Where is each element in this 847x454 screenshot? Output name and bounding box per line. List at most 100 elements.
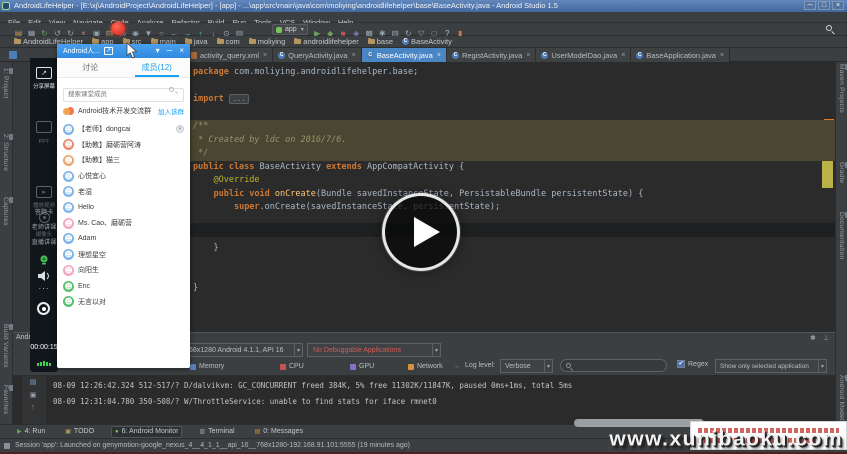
teacher-class-button[interactable]: 老师讲课 — [31, 221, 58, 231]
share-screen-button[interactable]: ↗分享屏幕 — [30, 62, 58, 90]
tab-activity-query-xml[interactable]: activity_query.xml× — [186, 48, 273, 62]
pin-icon[interactable]: ⊥ — [823, 334, 829, 342]
video-play-button[interactable] — [382, 193, 460, 271]
print-icon[interactable]: ▤ — [28, 378, 38, 386]
chat-window: Android人... ↗ ▾ ─ × 讨论成员(12) Android技术开发… — [57, 44, 190, 368]
minimize-button[interactable]: ─ — [804, 1, 816, 10]
code-editor[interactable]: package com.moliying.androidlifehelper.b… — [186, 62, 835, 332]
log-level-selector[interactable]: Verbose ▾ — [500, 359, 553, 373]
member-row[interactable]: ☻心悦宜心 — [57, 168, 190, 184]
button-label: 4: Run — [25, 428, 46, 435]
tab-label: BaseApplication.java — [646, 51, 716, 60]
monitor-tab-cpu[interactable]: CPU — [280, 359, 304, 374]
folder-icon — [294, 39, 301, 44]
tab-queryactivity-java[interactable]: CQueryActivity.java× — [273, 48, 362, 62]
group-row[interactable]: Android技术开发交流群加入该群 — [57, 103, 190, 119]
ppt-button[interactable]: PPT — [30, 120, 58, 145]
tool-window-button-todo[interactable]: ▣TODO — [62, 426, 97, 438]
member-row[interactable]: ☻ 【助教】磨砺营阿涛 — [57, 137, 190, 153]
breadcrumb-item-base[interactable]: base — [368, 37, 393, 46]
logcat-search-input[interactable] — [560, 359, 667, 372]
monitor-tab-memory[interactable]: Memory — [190, 359, 224, 374]
regex-checkbox[interactable]: ✔ Regex — [677, 360, 708, 368]
answer-card-button[interactable]: 答题卡 — [31, 206, 58, 216]
chat-tab-item[interactable]: 讨论 — [57, 58, 124, 77]
code-line: } — [186, 282, 835, 296]
chat-menu-caret-icon[interactable]: ▾ — [156, 44, 160, 58]
live-class-button[interactable]: 直播讲课 — [31, 236, 58, 246]
member-search[interactable] — [63, 83, 184, 97]
tab-usermodeldao-java[interactable]: CUserModelDao.java× — [536, 48, 631, 62]
member-row[interactable]: ☻Hello — [57, 200, 190, 216]
pop-out-icon[interactable]: ↗ — [104, 47, 113, 55]
tool-window-button-6-android-monitor[interactable]: ●6: Android Monitor — [111, 426, 182, 438]
breadcrumb-item-androidlifehelper[interactable]: androidlifehelper — [294, 37, 358, 46]
member-row[interactable]: ☻Eric — [57, 278, 190, 294]
breadcrumb-item-com[interactable]: com — [217, 37, 240, 46]
chat-minimize-button[interactable]: ─ — [167, 44, 173, 58]
member-row[interactable]: ☻【助教】猫三 — [57, 152, 190, 168]
breadcrumb-item-moliying[interactable]: moliying — [249, 37, 286, 46]
chat-close-button[interactable]: × — [179, 44, 184, 58]
tool-button-gradle[interactable]: Gradle — [838, 162, 847, 183]
run-configuration-selector[interactable]: app▾ — [272, 24, 308, 35]
tab-registactivity-java[interactable]: CRegistActivity.java× — [447, 48, 536, 62]
tab-label: QueryActivity.java — [288, 51, 347, 60]
close-icon[interactable]: × — [263, 52, 267, 59]
close-icon[interactable]: × — [352, 52, 356, 59]
member-name: 【助教】磨砺营阿涛 — [78, 140, 141, 150]
tool-window-button-4-run[interactable]: ▶4: Run — [14, 426, 48, 438]
tool-button-maven-projects[interactable]: Maven Projects — [838, 64, 847, 113]
tool-button-android-model[interactable]: Android Model — [838, 375, 847, 421]
logcat-filter-selector[interactable]: Show only selected application ▾ — [715, 359, 827, 373]
close-button[interactable]: × — [832, 1, 844, 10]
tool-button-documentation[interactable]: Documentation — [838, 212, 847, 260]
gear-icon[interactable]: ✱ — [810, 334, 816, 342]
join-group-link[interactable]: 加入该群 — [158, 106, 184, 116]
close-icon[interactable]: × — [720, 52, 724, 59]
monitor-tab-network[interactable]: Network — [408, 359, 443, 374]
tab-scroll-arrow-icon[interactable]: → — [453, 359, 460, 374]
more-options-button[interactable]: ··· — [30, 284, 58, 293]
close-icon[interactable]: × — [437, 52, 441, 59]
member-search-input[interactable] — [63, 88, 184, 102]
member-row[interactable]: ☻老湿 — [57, 184, 190, 200]
record-button[interactable] — [37, 302, 50, 315]
code-segment: */ — [193, 148, 208, 158]
member-row[interactable]: ☻无言以对 — [57, 294, 190, 310]
tool-window-button-0-messages[interactable]: ▤0: Messages — [252, 426, 306, 438]
code-line — [186, 269, 835, 283]
play-video-button[interactable]: ▸播放视频 — [30, 181, 58, 209]
tool-window-button-terminal[interactable]: ▥Terminal — [196, 426, 237, 438]
tab-baseapplication-java[interactable]: CBaseApplication.java× — [631, 48, 730, 62]
tab-baseactivity-java[interactable]: CBaseActivity.java× — [362, 48, 447, 62]
member-row[interactable]: ☻向阳生 — [57, 262, 190, 278]
avatar: ☻ — [63, 139, 74, 150]
maximize-button[interactable]: □ — [818, 1, 830, 10]
search-everywhere-icon[interactable] — [826, 25, 835, 34]
breadcrumb-label: com — [226, 37, 240, 46]
monitor-tab-gpu[interactable]: GPU — [350, 359, 374, 374]
scroll-to-top-icon[interactable]: ↑ — [28, 404, 38, 411]
close-icon[interactable]: × — [621, 52, 625, 59]
member-row[interactable]: ☻Ms. Cao、磨砺营 — [57, 215, 190, 231]
avatar: ☻ — [63, 186, 74, 197]
code-segment: AppCompatActivity { — [367, 162, 464, 172]
debuggable-apps-selector[interactable]: No Debuggable Applications ▾ — [307, 343, 441, 357]
settings-icon[interactable]: ▣ — [28, 391, 38, 399]
play-video-icon: ▸ — [36, 186, 52, 198]
member-row[interactable]: ☻理想星空 — [57, 247, 190, 263]
chat-titlebar[interactable]: Android人... ↗ ▾ ─ × — [57, 44, 190, 58]
tab-color-icon — [190, 364, 196, 370]
tab-label: Memory — [199, 363, 224, 370]
breadcrumb-item-baseactivity[interactable]: CBaseActivity — [402, 37, 452, 46]
screen: AndroidLifeHelper - [E:\xj\AndroidProjec… — [0, 0, 847, 454]
close-icon[interactable]: × — [526, 52, 530, 59]
class-icon: C — [541, 52, 548, 59]
tab-list-icon[interactable] — [9, 51, 17, 59]
member-row[interactable]: ☻Adam — [57, 231, 190, 247]
code-line: package com.moliying.androidlifehelper.b… — [186, 66, 835, 80]
code-line — [186, 107, 835, 121]
chat-tab-12[interactable]: 成员(12) — [124, 58, 191, 77]
member-row[interactable]: ☻【老师】dongcai★ — [57, 121, 190, 137]
